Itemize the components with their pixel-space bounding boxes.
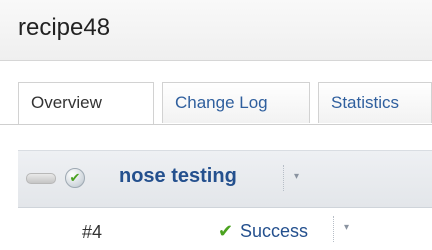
separator (333, 216, 335, 242)
build-status-link[interactable]: Success (240, 221, 308, 242)
tab-change-log[interactable]: Change Log (162, 82, 310, 123)
build-number: #4 (82, 222, 103, 242)
chevron-down-icon[interactable]: ▾ (294, 171, 299, 182)
collapse-icon[interactable] (26, 173, 56, 184)
check-circle-icon: ✔ (65, 168, 85, 188)
tab-bar: Overview Change Log Statistics (0, 82, 432, 125)
page-header: recipe48 (0, 0, 432, 61)
tab-overview[interactable]: Overview (18, 82, 154, 124)
tab-statistics[interactable]: Statistics (318, 82, 432, 123)
build-group-header: ✔ nose testing ▾ (18, 150, 432, 208)
separator (283, 165, 285, 191)
check-icon: ✔ (218, 221, 234, 241)
build-name-link[interactable]: nose testing (119, 165, 237, 188)
chevron-down-icon[interactable]: ▾ (344, 222, 349, 233)
project-title: recipe48 (18, 14, 111, 41)
table-row: #4 ✔ Success ▾ (18, 208, 432, 250)
